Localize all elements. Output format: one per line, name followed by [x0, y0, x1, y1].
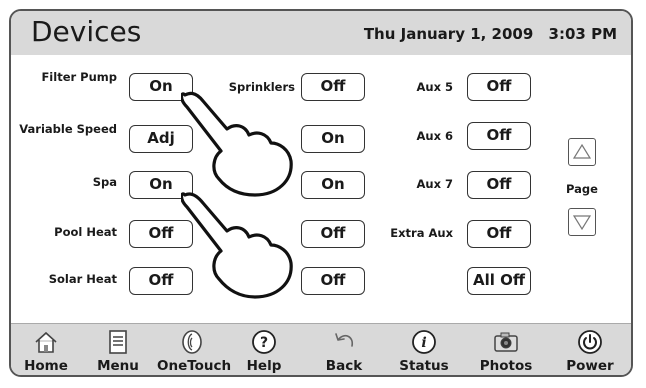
all-off-button[interactable]: All Off [467, 267, 531, 295]
label-filter-pump: Filter Pump [41, 70, 117, 84]
nav-power[interactable]: Power [555, 324, 625, 375]
svg-text:?: ? [260, 335, 268, 351]
nav-status-label: Status [399, 358, 449, 374]
power-icon [578, 330, 602, 354]
aux5-button[interactable]: Off [467, 73, 531, 101]
header-bar: Devices Thu January 1, 2009 3:03 PM [11, 11, 631, 55]
nav-home[interactable]: Home [11, 324, 81, 375]
nav-back-label: Back [325, 358, 363, 374]
nav-status[interactable]: i Status [389, 324, 459, 375]
aux7-button[interactable]: Off [467, 171, 531, 199]
extra-aux-button[interactable]: Off [467, 220, 531, 248]
label-pool-heat: Pool Heat [54, 225, 117, 239]
variable-speed-button[interactable]: Adj [129, 125, 193, 153]
filter-pump-button[interactable]: On [129, 73, 193, 101]
nav-help[interactable]: ? Help [229, 324, 299, 375]
nav-back[interactable]: Back [309, 324, 379, 375]
nav-power-label: Power [566, 358, 614, 374]
sprinklers-button[interactable]: Off [301, 73, 365, 101]
label-variable-speed: Variable Speed [19, 122, 117, 136]
date-text: Thu January 1, 2009 [363, 25, 534, 43]
page-down-button[interactable] [568, 208, 596, 236]
pool-heat-button[interactable]: Off [129, 220, 193, 248]
col2-row3-button[interactable]: On [301, 171, 365, 199]
time-text: 3:03 PM [548, 25, 617, 43]
label-aux7: Aux 7 [416, 177, 453, 191]
label-sprinklers: Sprinklers [228, 80, 295, 94]
label-spa: Spa [92, 175, 117, 189]
onetouch-icon [182, 330, 202, 354]
home-icon [35, 331, 57, 353]
col2-row4-button[interactable]: Off [301, 220, 365, 248]
device-panel: Devices Thu January 1, 2009 3:03 PM Filt… [9, 9, 633, 377]
label-aux6: Aux 6 [416, 129, 453, 143]
help-icon: ? [252, 330, 276, 354]
datetime: Thu January 1, 2009 3:03 PM [354, 25, 617, 43]
nav-photos[interactable]: Photos [471, 324, 541, 375]
nav-onetouch[interactable]: OneTouch [157, 324, 232, 375]
label-solar-heat: Solar Heat [48, 272, 117, 286]
nav-help-label: Help [246, 358, 282, 374]
menu-icon [109, 330, 127, 354]
triangle-up-icon [572, 143, 592, 159]
triangle-down-icon [572, 215, 592, 231]
label-extra-aux: Extra Aux [390, 226, 453, 240]
camera-icon [494, 332, 518, 352]
back-icon [335, 333, 354, 347]
page-title: Devices [31, 15, 142, 48]
nav-photos-label: Photos [479, 358, 533, 374]
nav-menu[interactable]: Menu [83, 324, 153, 375]
page-up-button[interactable] [568, 138, 596, 166]
nav-menu-label: Menu [97, 358, 139, 374]
label-aux5: Aux 5 [416, 80, 453, 94]
svg-text:i: i [421, 335, 426, 351]
col2-row2-button[interactable]: On [301, 125, 365, 153]
nav-home-label: Home [24, 358, 68, 374]
aux6-button[interactable]: Off [467, 122, 531, 150]
status-icon: i [412, 330, 436, 354]
spa-button[interactable]: On [129, 171, 193, 199]
col2-row5-button[interactable]: Off [301, 267, 365, 295]
page-label: Page [566, 182, 598, 196]
solar-heat-button[interactable]: Off [129, 267, 193, 295]
bottom-nav: Home Menu OneTouch ? Help Back i Status … [11, 323, 631, 375]
nav-onetouch-label: OneTouch [157, 358, 232, 374]
